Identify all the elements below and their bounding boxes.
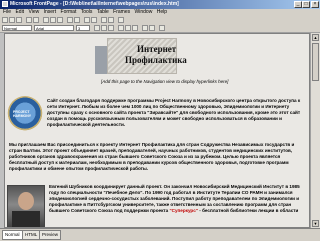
photo-face bbox=[18, 192, 34, 210]
font-select[interactable]: Arial bbox=[34, 25, 74, 31]
menu-insert[interactable]: Insert bbox=[44, 9, 57, 16]
tab-html[interactable]: HTML bbox=[22, 230, 41, 240]
menu-table[interactable]: Table bbox=[97, 9, 109, 16]
bold-icon[interactable] bbox=[94, 25, 100, 31]
tab-normal[interactable]: Normal bbox=[2, 230, 23, 240]
scroll-thumb[interactable] bbox=[312, 43, 319, 81]
menu-help[interactable]: Help bbox=[157, 9, 167, 16]
minimize-button[interactable]: _ bbox=[294, 1, 302, 8]
image-icon[interactable] bbox=[108, 17, 114, 23]
font-color-icon[interactable] bbox=[159, 25, 165, 31]
title-bar: Microsoft FrontPage - [D:\Web\inet\ai\In… bbox=[0, 0, 320, 9]
coordinator-paragraph: Евгений Шубников координирует данный про… bbox=[49, 184, 303, 214]
invitation-paragraph: Мы приглашаем Вас присоединиться к проек… bbox=[9, 142, 295, 171]
menu-tools[interactable]: Tools bbox=[81, 9, 93, 16]
scroll-up-icon[interactable]: ▲ bbox=[312, 34, 319, 41]
page-banner: Интернет Профилактика bbox=[93, 38, 201, 76]
banner-title-line1: Интернет bbox=[137, 44, 177, 54]
navigation-placeholder: [Add this page to the Navigation view to… bbox=[101, 79, 229, 84]
app-icon[interactable] bbox=[2, 1, 8, 7]
maximize-button[interactable]: □ bbox=[302, 1, 310, 8]
logo-text: PROJECT HARMONY bbox=[13, 110, 32, 118]
redo-icon[interactable] bbox=[74, 17, 80, 23]
scroll-down-icon[interactable]: ▼ bbox=[312, 220, 319, 227]
menu-format[interactable]: Format bbox=[61, 9, 77, 16]
view-tabs: Normal HTML Preview bbox=[0, 228, 320, 241]
help-icon[interactable] bbox=[118, 17, 124, 23]
style-select[interactable]: Normal bbox=[2, 25, 32, 31]
tab-preview[interactable]: Preview bbox=[39, 230, 62, 240]
vertical-scrollbar[interactable]: ▲ ▼ bbox=[310, 33, 320, 228]
photo-body bbox=[12, 211, 40, 227]
align-right-icon[interactable] bbox=[132, 25, 138, 31]
bullet-list-icon[interactable] bbox=[149, 25, 155, 31]
hyperlink-icon[interactable] bbox=[84, 17, 90, 23]
menu-view[interactable]: View bbox=[28, 9, 39, 16]
save-icon[interactable] bbox=[16, 17, 22, 23]
align-left-icon[interactable] bbox=[118, 25, 124, 31]
window-title: Microsoft FrontPage - [D:\Web\inet\ai\In… bbox=[10, 1, 179, 7]
supercourse-link[interactable]: "Суперкурс" bbox=[169, 208, 198, 213]
paste-icon[interactable] bbox=[57, 17, 63, 23]
open-icon[interactable] bbox=[9, 17, 15, 23]
menu-bar: File Edit View Insert Format Tools Table… bbox=[0, 9, 320, 16]
table-icon[interactable] bbox=[101, 17, 107, 23]
menu-frames[interactable]: Frames bbox=[113, 9, 130, 16]
size-select[interactable]: 3 bbox=[76, 25, 90, 31]
new-page-icon[interactable] bbox=[2, 17, 8, 23]
coordinator-text-end: - бесплатной библиотеки лекции в области bbox=[197, 208, 299, 213]
align-center-icon[interactable] bbox=[125, 25, 131, 31]
menu-window[interactable]: Window bbox=[135, 9, 153, 16]
page-editor[interactable]: Интернет Профилактика [Add this page to … bbox=[4, 33, 310, 228]
cut-icon[interactable] bbox=[43, 17, 49, 23]
undo-icon[interactable] bbox=[67, 17, 73, 23]
format-toolbar: Normal Arial 3 bbox=[0, 24, 320, 33]
menu-file[interactable]: File bbox=[3, 9, 11, 16]
intro-paragraph: Сайт создан благодаря поддержке программ… bbox=[47, 98, 301, 127]
copy-icon[interactable] bbox=[50, 17, 56, 23]
italic-icon[interactable] bbox=[101, 25, 107, 31]
numbered-list-icon[interactable] bbox=[142, 25, 148, 31]
coordinator-photo bbox=[7, 185, 45, 227]
menu-edit[interactable]: Edit bbox=[15, 9, 24, 16]
close-button[interactable]: × bbox=[311, 1, 319, 8]
project-harmony-logo: PROJECT HARMONY bbox=[7, 96, 43, 134]
preview-icon[interactable] bbox=[33, 17, 39, 23]
print-icon[interactable] bbox=[26, 17, 32, 23]
refresh-icon[interactable] bbox=[91, 17, 97, 23]
underline-icon[interactable] bbox=[108, 25, 114, 31]
banner-title-line2: Профилактика bbox=[125, 55, 187, 65]
